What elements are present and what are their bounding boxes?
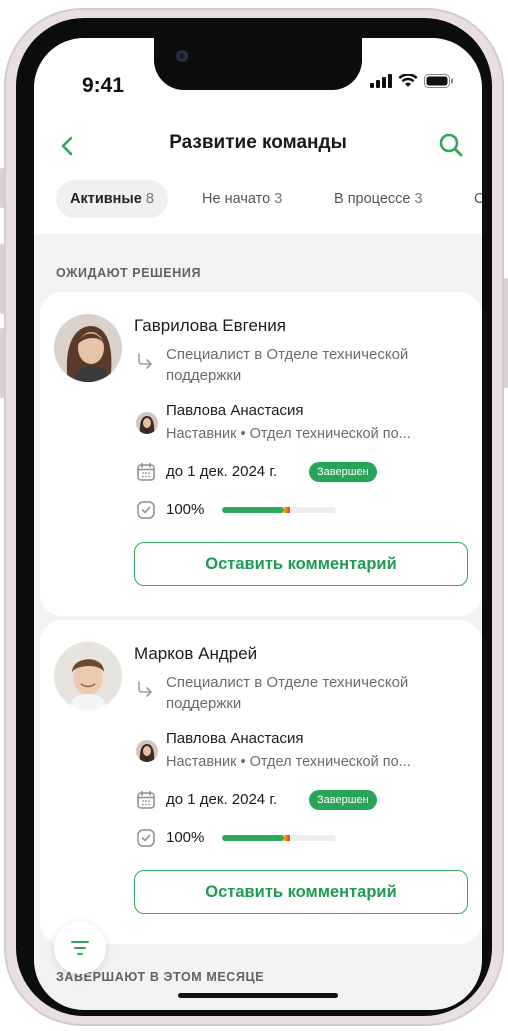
- tab-count: 3: [414, 191, 423, 207]
- due-date-value: 1 дек. 2024 г.: [187, 463, 278, 480]
- leave-comment-button[interactable]: Оставить комментарий: [134, 542, 468, 586]
- phone-volume-up: [0, 244, 5, 314]
- subdirectory-arrow-icon: [138, 353, 152, 369]
- status-time: 9:41: [82, 74, 125, 97]
- mentor-avatar: [136, 412, 158, 434]
- filter-tabs: Активные 8 Не начато 3 В процессе 3 С: [34, 176, 482, 234]
- progress-bar-marker: [283, 507, 290, 513]
- employee-card[interactable]: Марков Андрей Специалист в Отделе технич…: [40, 620, 482, 944]
- signal-icon: [370, 74, 392, 88]
- camera-icon: [176, 50, 188, 62]
- employee-name: Марков Андрей: [134, 644, 258, 663]
- employee-name: Гаврилова Евгения: [134, 316, 287, 335]
- status-badge: Завершен: [309, 462, 377, 482]
- due-prefix: до: [166, 791, 184, 808]
- employee-card[interactable]: Гаврилова Евгения Специалист в Отделе те…: [40, 292, 482, 616]
- battery-icon: [424, 74, 453, 88]
- due-date: до 1 дек. 2024 г.: [166, 463, 277, 480]
- tab-label: В процессе: [334, 191, 411, 207]
- tab-count: 3: [274, 191, 283, 207]
- employee-position: Специалист в Отделе технической поддержк…: [166, 346, 409, 384]
- screen: 9:41 Развитие команды Активные 8 Не нача…: [34, 38, 482, 1010]
- progress-percent: 100%: [166, 829, 205, 846]
- phone-frame: 9:41 Развитие команды Активные 8 Не нача…: [0, 8, 508, 1026]
- due-date-value: 1 дек. 2024 г.: [187, 791, 278, 808]
- tab-label: Активные: [70, 191, 142, 207]
- progress-bar: [222, 507, 336, 513]
- tab-label: Не начато: [202, 191, 271, 207]
- avatar: [54, 314, 122, 382]
- avatar: [54, 642, 122, 710]
- progress-bar-fill: [222, 835, 284, 841]
- progress-percent: 100%: [166, 501, 205, 518]
- status-icons: [370, 74, 454, 88]
- progress-bar-fill: [222, 507, 284, 513]
- due-date: до 1 дек. 2024 г.: [166, 791, 277, 808]
- filter-icon: [71, 941, 89, 955]
- filter-fab[interactable]: [54, 922, 106, 974]
- mentor-avatar: [136, 740, 158, 762]
- due-prefix: до: [166, 463, 184, 480]
- checkbox-icon: [137, 501, 155, 519]
- home-indicator: [178, 993, 338, 998]
- progress-bar-marker: [283, 835, 290, 841]
- tab-more[interactable]: С: [474, 180, 482, 218]
- mentor-role: Наставник • Отдел технической по...: [166, 754, 411, 770]
- notch: [154, 38, 362, 90]
- checkbox-icon: [137, 829, 155, 847]
- calendar-icon: [137, 462, 155, 481]
- search-icon[interactable]: [438, 132, 464, 158]
- progress-bar: [222, 835, 336, 841]
- phone-mute-switch: [0, 168, 5, 208]
- status-badge: Завершен: [309, 790, 377, 810]
- tab-count: 8: [145, 191, 154, 207]
- page-title: Развитие команды: [169, 132, 347, 153]
- wifi-icon: [398, 74, 418, 87]
- nav-bar: Развитие команды: [34, 118, 482, 176]
- tab-in-progress[interactable]: В процессе 3: [334, 180, 423, 218]
- phone-volume-down: [0, 328, 5, 398]
- section-label-awaiting: ОЖИДАЮТ РЕШЕНИЯ: [56, 266, 202, 280]
- phone-power-button: [503, 278, 508, 388]
- employee-position: Специалист в Отделе технической поддержк…: [166, 674, 409, 712]
- mentor-name: Павлова Анастасия: [166, 730, 304, 747]
- tab-label: С: [474, 191, 482, 207]
- tab-active[interactable]: Активные 8: [56, 180, 168, 218]
- tab-not-started[interactable]: Не начато 3: [202, 180, 282, 218]
- leave-comment-button[interactable]: Оставить комментарий: [134, 870, 468, 914]
- subdirectory-arrow-icon: [138, 681, 152, 697]
- mentor-role: Наставник • Отдел технической по...: [166, 426, 411, 442]
- calendar-icon: [137, 790, 155, 809]
- mentor-name: Павлова Анастасия: [166, 402, 304, 419]
